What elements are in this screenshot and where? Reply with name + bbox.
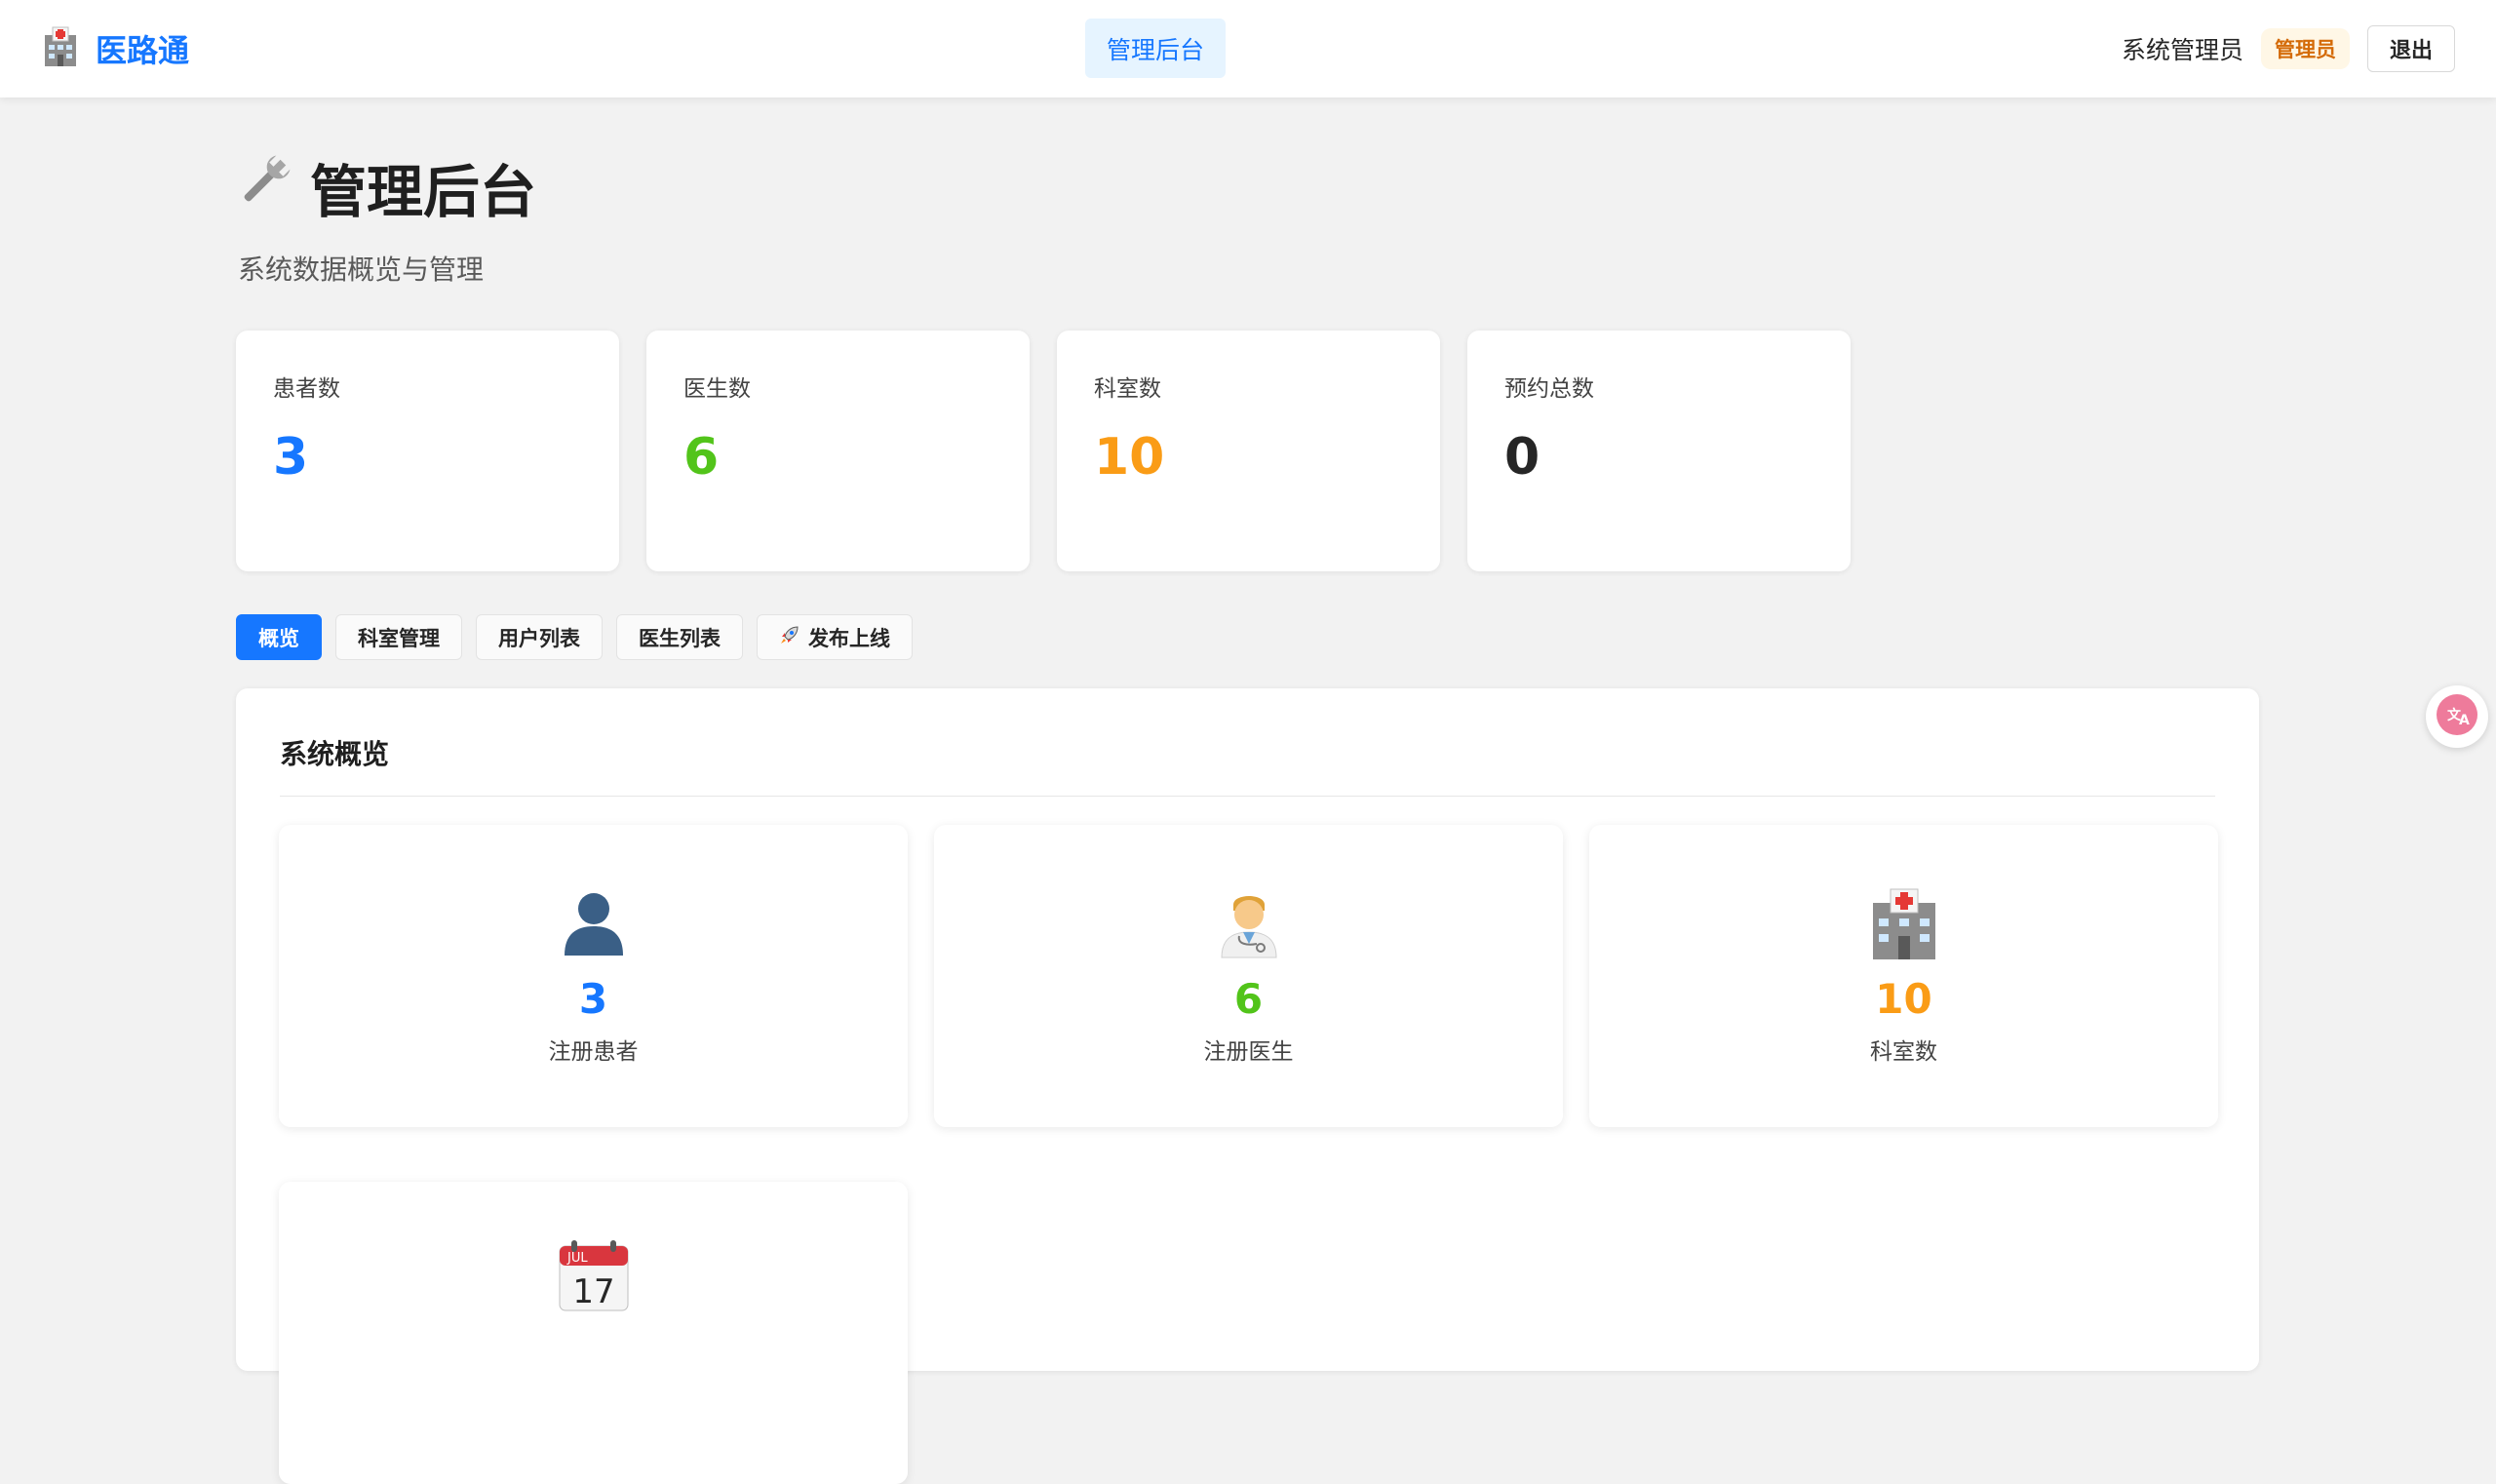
page-title: 管理后台 <box>236 146 536 228</box>
tab-publish[interactable]: 发布上线 <box>757 614 913 660</box>
calendar-month: JUL <box>566 1251 588 1266</box>
overview-label: 注册医生 <box>1203 1039 1294 1065</box>
stat-label: 医生数 <box>683 376 751 402</box>
tab-department-management[interactable]: 科室管理 <box>335 614 462 660</box>
rocket-icon <box>779 624 800 650</box>
role-badge: 管理员 <box>2261 28 2350 69</box>
overview-value: 3 <box>578 975 608 1023</box>
stat-value: 3 <box>273 428 309 487</box>
patient-icon <box>279 885 908 959</box>
doctor-icon <box>934 885 1563 959</box>
overview-value: 10 <box>1875 975 1932 1023</box>
logout-button[interactable]: 退出 <box>2367 25 2455 72</box>
tab-label: 发布上线 <box>808 626 890 650</box>
stat-value: 10 <box>1094 428 1165 487</box>
stat-label: 科室数 <box>1094 376 1161 402</box>
stat-card-appointments: 预约总数 0 <box>1467 331 1851 571</box>
overview-panel: 系统概览 3 注册患者 6 注册医生 10 科室数 JUL 17 <box>236 688 2259 1484</box>
hospital-icon <box>1589 885 2218 959</box>
translate-icon: 文 A <box>2436 693 2478 740</box>
overview-card-departments: 10 科室数 <box>1589 825 2218 1127</box>
panel-title: 系统概览 <box>280 738 390 770</box>
user-name: 系统管理员 <box>2121 36 2243 64</box>
overview-card-appointments: JUL 17 <box>279 1182 908 1484</box>
overview-card-doctors: 6 注册医生 <box>934 825 1563 1127</box>
overview-label: 科室数 <box>1870 1039 1937 1065</box>
stat-value: 6 <box>683 428 720 487</box>
tab-label: 科室管理 <box>358 626 440 650</box>
stats-row: 患者数 3 医生数 6 科室数 10 预约总数 0 <box>236 331 1851 571</box>
admin-tabs: 概览 科室管理 用户列表 医生列表 发布上线 <box>236 614 913 660</box>
wrench-icon <box>236 151 294 223</box>
nav-admin-dashboard[interactable]: 管理后台 <box>1085 19 1226 78</box>
calendar-icon: JUL 17 <box>279 1238 908 1312</box>
page-subtitle: 系统数据概览与管理 <box>238 254 485 286</box>
stat-card-patients: 患者数 3 <box>236 331 619 571</box>
tab-doctor-list[interactable]: 医生列表 <box>616 614 743 660</box>
brand[interactable]: 医路通 <box>39 23 189 74</box>
calendar-day: 17 <box>572 1272 614 1311</box>
translate-float-button[interactable]: 文 A <box>2426 685 2488 748</box>
overview-label: 注册患者 <box>548 1039 639 1065</box>
stat-card-departments: 科室数 10 <box>1057 331 1440 571</box>
top-navbar: 医路通 管理后台 系统管理员 管理员 退出 <box>0 0 2496 98</box>
user-area: 系统管理员 管理员 退出 <box>2122 25 2455 72</box>
tab-overview[interactable]: 概览 <box>236 614 322 660</box>
brand-name: 医路通 <box>96 32 190 69</box>
svg-text:A: A <box>2459 713 2470 728</box>
stat-label: 患者数 <box>273 376 340 402</box>
hospital-logo-icon <box>39 25 82 72</box>
tab-label: 用户列表 <box>498 626 580 650</box>
stat-value: 0 <box>1504 428 1540 487</box>
stat-card-doctors: 医生数 6 <box>646 331 1030 571</box>
stat-label: 预约总数 <box>1504 376 1594 402</box>
overview-value: 6 <box>1233 975 1264 1023</box>
divider <box>280 796 2215 797</box>
tab-label: 医生列表 <box>639 626 721 650</box>
tab-user-list[interactable]: 用户列表 <box>476 614 603 660</box>
page-title-text: 管理后台 <box>310 159 537 225</box>
tab-label: 概览 <box>258 626 299 650</box>
overview-card-patients: 3 注册患者 <box>279 825 908 1127</box>
